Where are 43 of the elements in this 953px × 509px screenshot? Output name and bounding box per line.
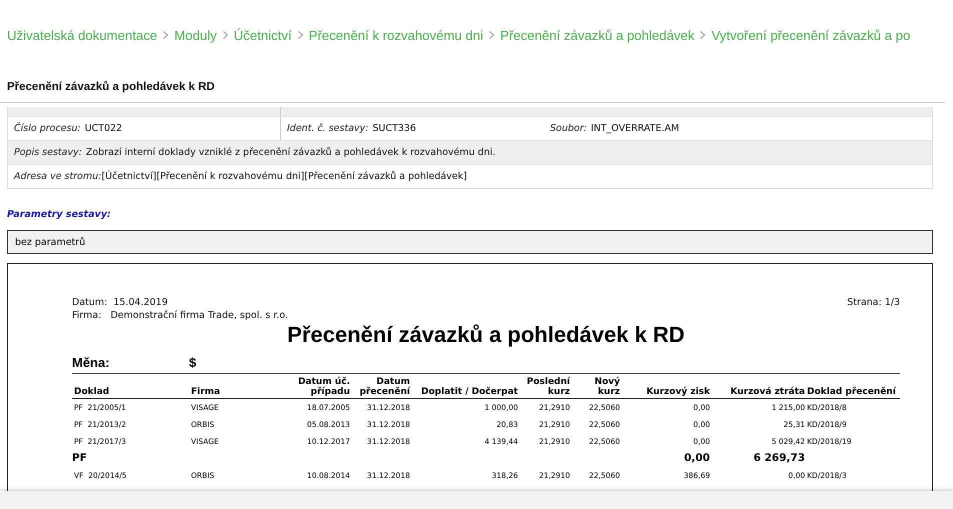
field-label: Popis sestavy: (14, 147, 82, 158)
field-value: Zobrazí interní doklady vzniklé z přecenění závazků a pohledávek k rozvahovému dni. (86, 147, 496, 158)
breadcrumb-link[interactable]: Přecenění závazků a pohledávek (500, 28, 694, 42)
column-header: Datum přecenění (358, 377, 410, 397)
parameters-box: bez parametrů (7, 230, 933, 254)
field-value: INT_OVERRATE.AM (590, 123, 680, 134)
field-label: Číslo procesu: (14, 123, 81, 134)
breadcrumb-link[interactable]: Účetnictví (234, 28, 292, 42)
field-label: Soubor: (550, 123, 587, 134)
chevron-icon (222, 31, 228, 39)
column-header: Doklad přecenění (806, 387, 897, 397)
subtotal-label: PF (72, 451, 88, 466)
currency-value: $ (189, 355, 196, 370)
column-header: Poslední kurz (526, 377, 570, 397)
report-date: Datum: 15.04.2019 (72, 297, 169, 308)
chevron-icon (489, 31, 494, 39)
parameters-title: Parametry sestavy: (7, 209, 112, 220)
page-number: Strana: 1/3 (847, 297, 900, 310)
field-value: SUCT336 (372, 123, 416, 134)
column-header: Firma (190, 387, 222, 397)
field-value: UCT022 (84, 123, 122, 134)
chevron-icon (700, 31, 706, 39)
subtotal-value: 0,00 (683, 451, 710, 466)
column-header: Nový kurz (594, 377, 620, 397)
chevron-icon (298, 31, 303, 39)
field-label: Ident. č. sestavy: (287, 123, 368, 134)
column-header: Kurzový zisk (645, 387, 710, 397)
report-firm: Firma: Demonstrační firma Trade, spol. s r.o. (72, 310, 288, 321)
breadcrumb-link[interactable]: Vytvoření přecenění závazků a po (711, 28, 910, 42)
breadcrumb-link[interactable]: Přecenění k rozvahovému dni (308, 28, 484, 42)
breadcrumb-link[interactable]: Uživatelská dokumentace (7, 28, 158, 42)
currency-label: Měna: (72, 355, 111, 370)
chevron-icon (163, 31, 168, 39)
column-header: Datum úč. případu (297, 377, 350, 397)
breadcrumb-link[interactable]: Moduly (174, 28, 217, 42)
subtotal-value: 6 269,73 (752, 451, 805, 466)
column-header: Doplatit / Dočerpat (420, 387, 518, 397)
column-header: Kurzová ztráta (729, 387, 805, 397)
field-value: [Účetnictví][Přecenění k rozvahovému dni][Přecenění závazků a pohledávek] (101, 171, 467, 182)
section-title: Přecenění závazků a pohledávek k RD (7, 81, 216, 93)
field-label: Adresa ve stromu: (14, 171, 102, 182)
report-title: Přecenění závazků a pohledávek k RD (286, 322, 686, 348)
column-header: Doklad (73, 387, 110, 397)
